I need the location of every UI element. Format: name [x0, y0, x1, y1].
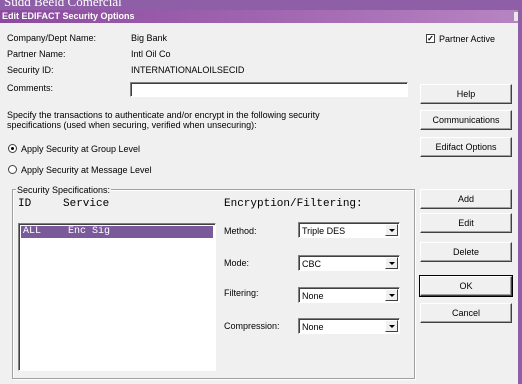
list-item-service: Enc Sig	[68, 226, 111, 237]
column-header-id: ID	[18, 198, 32, 210]
chevron-down-icon[interactable]	[385, 289, 398, 301]
compression-select[interactable]: None	[298, 318, 400, 334]
security-specifications-legend: Security Specifications:	[16, 185, 112, 195]
security-id-label: Security ID:	[7, 65, 54, 75]
comments-label: Comments:	[7, 83, 54, 93]
column-header-service: Service	[63, 198, 110, 210]
communications-button[interactable]: Communications	[420, 110, 512, 130]
radio-selected-dot	[11, 147, 14, 150]
chevron-down-icon[interactable]	[385, 224, 398, 236]
message-level-label: Apply Security at Message Level	[21, 165, 152, 175]
filtering-select[interactable]: None	[298, 287, 400, 303]
partner-label: Partner Name:	[7, 49, 66, 59]
company-label: Company/Dept Name:	[7, 33, 97, 43]
company-value: Big Bank	[131, 33, 168, 43]
list-item-id: ALL	[23, 226, 42, 237]
add-button[interactable]: Add	[420, 189, 512, 209]
group-level-radio[interactable]	[8, 144, 17, 153]
edifact-options-button[interactable]: Edifact Options	[420, 137, 512, 157]
dialog-titlebar[interactable]: Edit EDIFACT Security Options	[0, 10, 518, 23]
instructions-line-2: specifications (used when securing, veri…	[7, 120, 257, 130]
dialog-title: Edit EDIFACT Security Options	[2, 11, 135, 21]
partner-active-label: Partner Active	[439, 34, 496, 44]
chevron-down-icon[interactable]	[385, 320, 398, 332]
compression-label: Compression:	[224, 321, 280, 331]
message-level-radio[interactable]	[8, 165, 17, 174]
help-button[interactable]: Help	[420, 84, 512, 104]
group-level-label: Apply Security at Group Level	[21, 144, 141, 154]
partner-active-checkbox[interactable]: ✓	[426, 34, 435, 43]
close-icon[interactable]	[514, 12, 518, 21]
partner-value: Intl Oil Co	[131, 49, 171, 59]
background-right-strip	[518, 0, 522, 384]
specifications-list[interactable]: ALL Enc Sig	[18, 223, 216, 371]
filtering-value: None	[302, 291, 324, 301]
background-window-strip: Sudd Beeld Comercial	[0, 0, 522, 10]
security-id-value: INTERNATIONALOILSECID	[131, 65, 245, 75]
method-label: Method:	[224, 226, 257, 236]
filtering-label: Filtering:	[224, 288, 259, 298]
comments-input[interactable]	[130, 82, 408, 97]
edit-button[interactable]: Edit	[420, 213, 512, 233]
cancel-button[interactable]: Cancel	[420, 303, 512, 323]
instructions-line-1: Specify the transactions to authenticate…	[7, 110, 320, 120]
background-window-text: Sudd Beeld Comercial	[4, 0, 122, 9]
method-value: Triple DES	[302, 226, 346, 236]
mode-label: Mode:	[224, 258, 250, 268]
chevron-down-icon[interactable]	[385, 257, 398, 269]
delete-button[interactable]: Delete	[420, 242, 512, 262]
mode-select[interactable]: CBC	[298, 255, 400, 271]
dialog-client: Company/Dept Name: Big Bank Partner Name…	[0, 23, 518, 384]
method-select[interactable]: Triple DES	[298, 222, 400, 238]
compression-value: None	[302, 322, 324, 332]
column-header-encryption: Encryption/Filtering:	[224, 198, 363, 210]
ok-button[interactable]: OK	[419, 275, 513, 297]
list-item[interactable]: ALL Enc Sig	[21, 226, 213, 238]
mode-value: CBC	[302, 259, 322, 269]
